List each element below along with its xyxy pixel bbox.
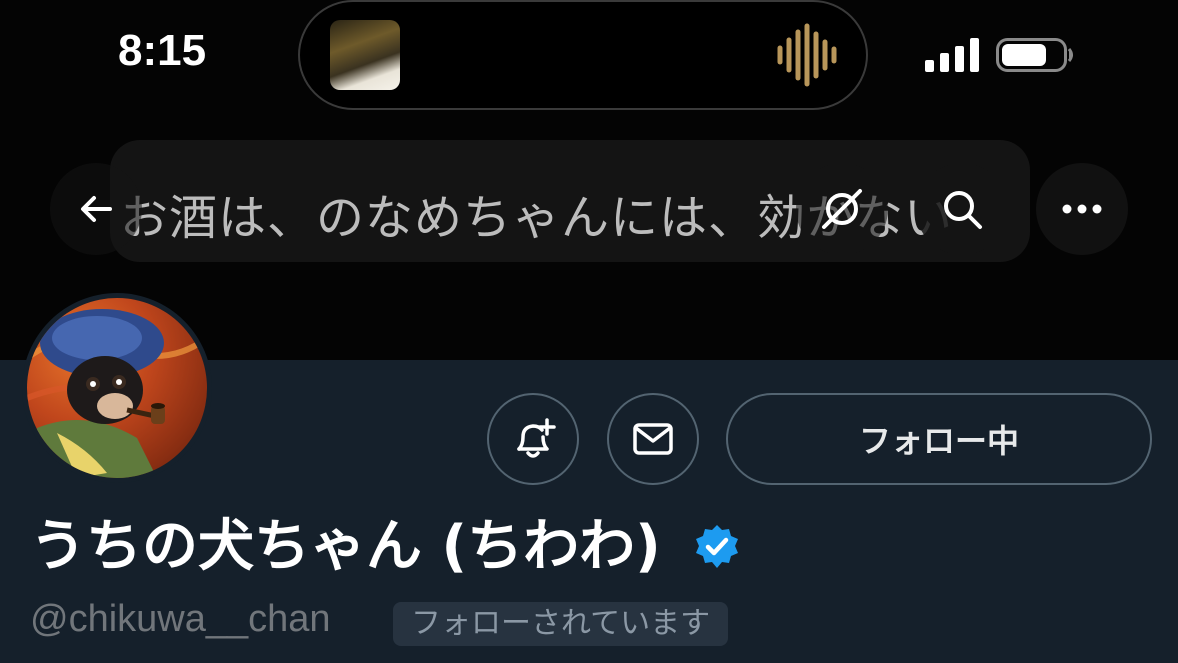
audio-waveform-icon	[777, 23, 837, 87]
avatar-illustration	[27, 309, 207, 478]
status-time: 8:15	[118, 26, 207, 75]
back-button[interactable]	[50, 163, 142, 255]
grok-button[interactable]	[796, 163, 888, 255]
battery-icon	[996, 38, 1073, 72]
avatar	[27, 298, 207, 478]
mail-icon	[633, 423, 673, 455]
dynamic-island[interactable]	[298, 0, 868, 110]
now-playing-artwork	[330, 20, 400, 90]
search-button[interactable]	[916, 163, 1008, 255]
avatar-ring[interactable]	[22, 293, 212, 483]
notification-bell-plus-icon	[517, 418, 556, 458]
verified-badge-icon[interactable]	[694, 524, 740, 570]
grok-icon	[822, 189, 862, 229]
message-button[interactable]	[607, 393, 699, 485]
signal-icon	[925, 38, 979, 72]
more-button[interactable]	[1036, 163, 1128, 255]
search-icon	[944, 191, 982, 229]
display-name: うちの犬ちゃん (ちわわ)	[30, 514, 661, 579]
following-button[interactable]: フォロー中	[726, 393, 1152, 485]
user-handle: @chikuwa__chan	[30, 598, 331, 640]
back-arrow-icon	[81, 196, 112, 222]
more-icon	[1062, 204, 1102, 214]
follows-you-badge: フォローされています	[393, 602, 729, 646]
notification-button[interactable]	[487, 393, 579, 485]
